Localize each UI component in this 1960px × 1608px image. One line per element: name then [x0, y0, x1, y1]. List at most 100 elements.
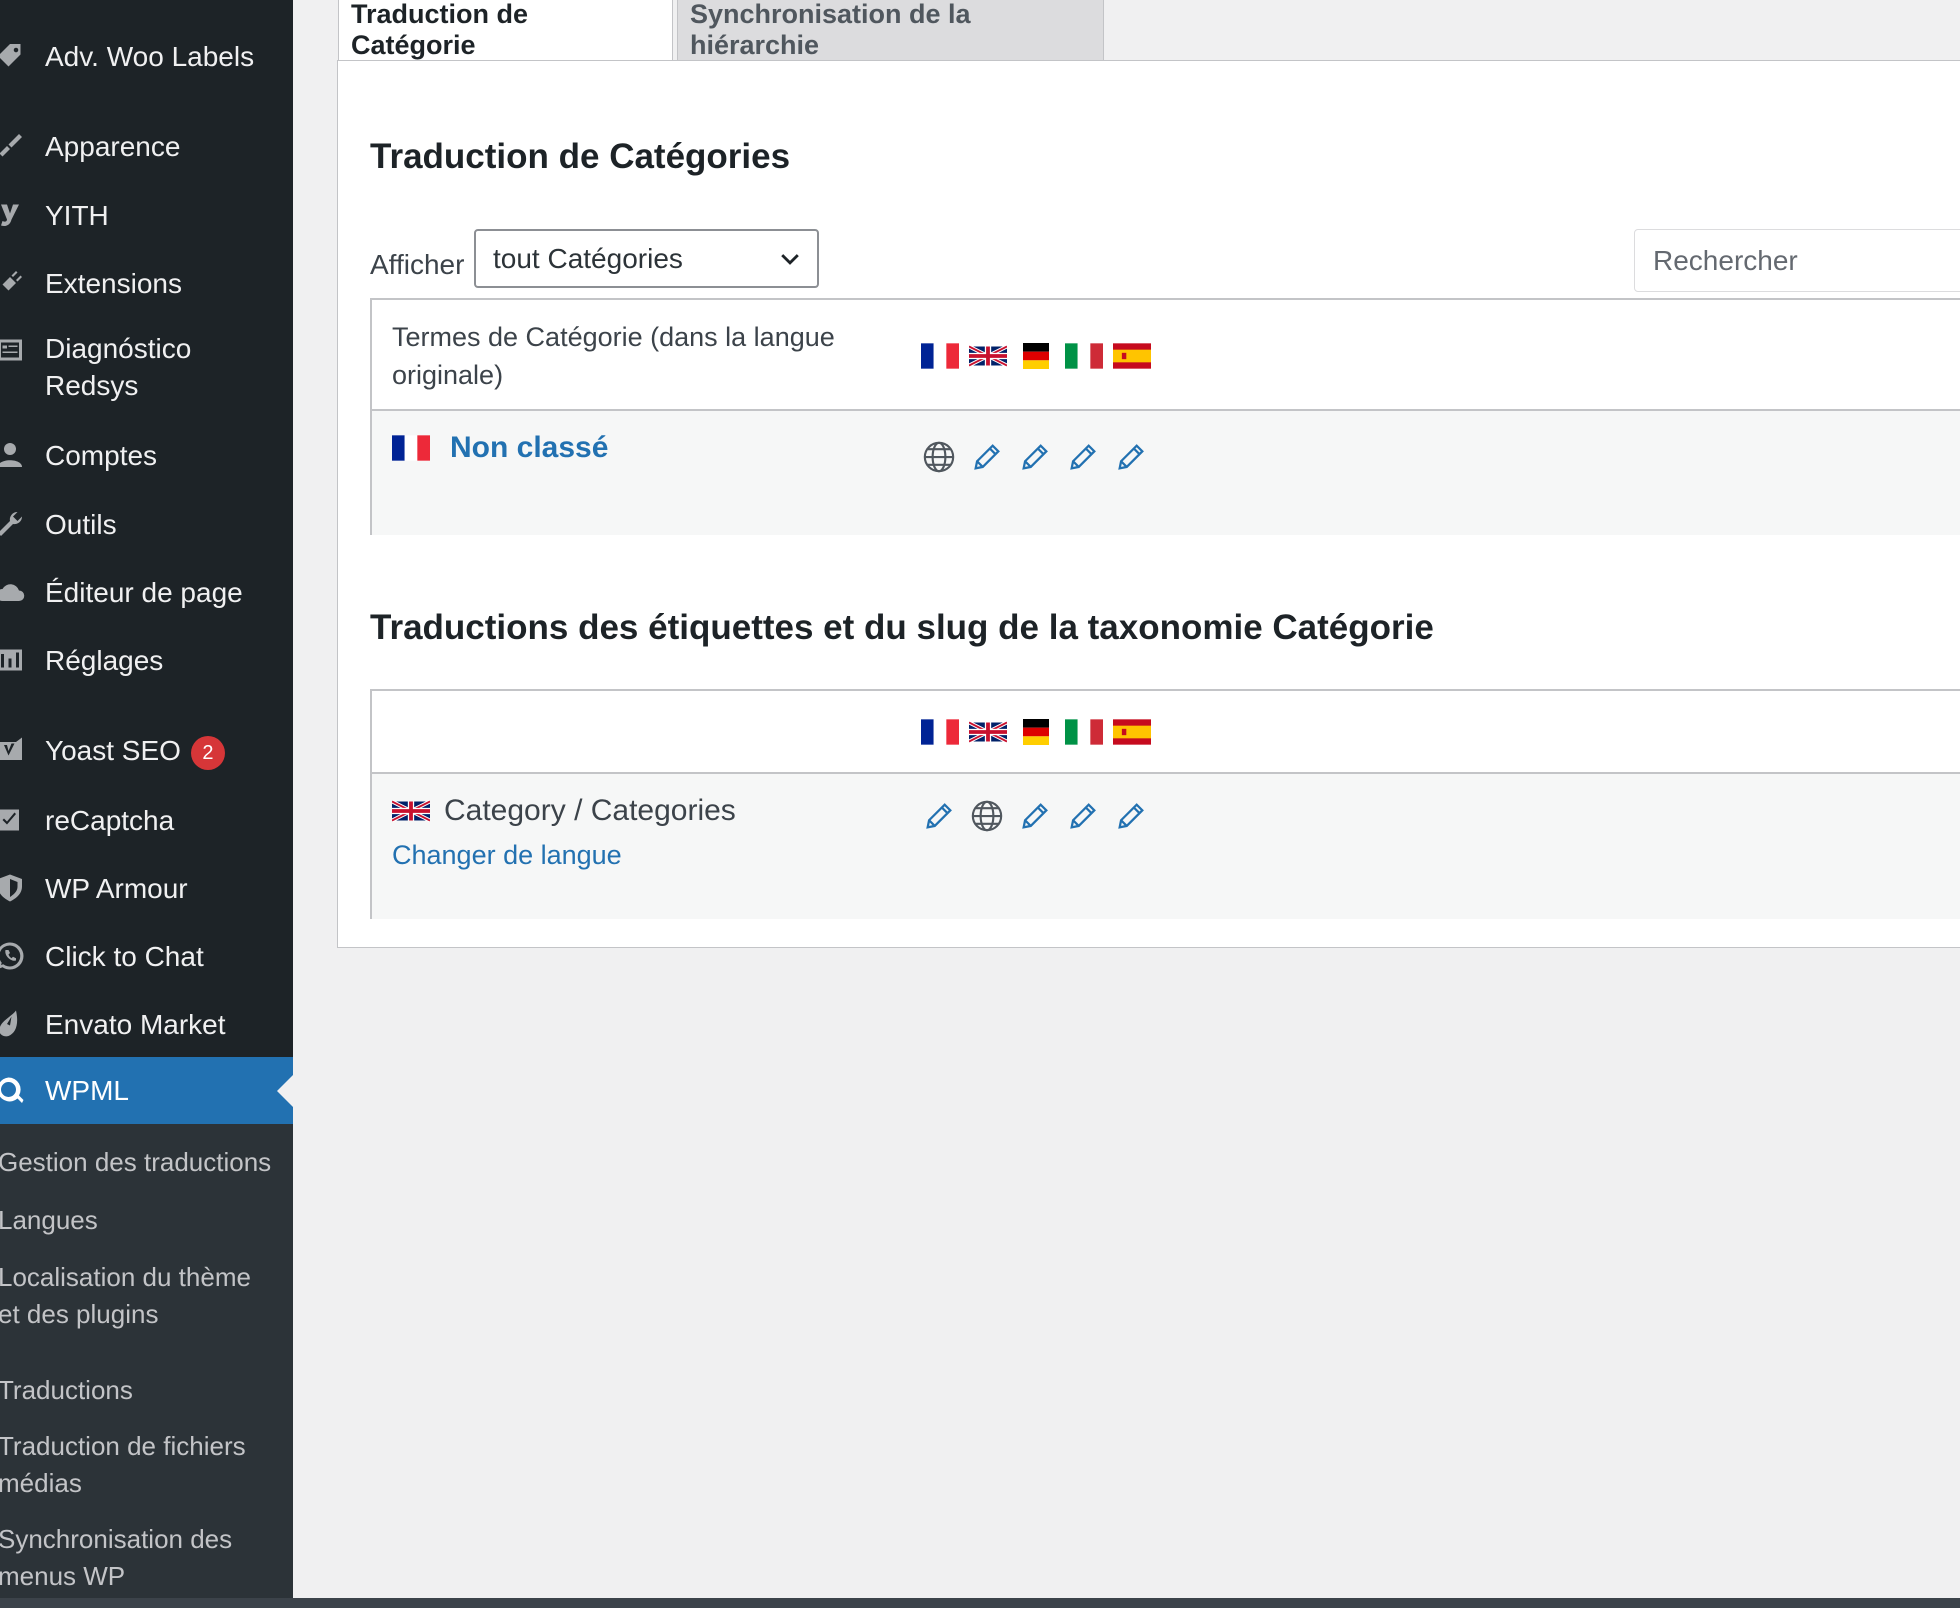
tab-bar: Traduction de Catégorie Synchronisation … — [338, 0, 1104, 61]
term-link[interactable]: Non classé — [450, 431, 608, 465]
menu-item-yoast-seo[interactable]: Yoast SEO 2 — [0, 731, 293, 771]
filter-label: Afficher — [370, 249, 465, 280]
pencil-icon[interactable] — [1015, 437, 1055, 477]
menu-label: Apparence — [45, 130, 181, 162]
menu-item-editeur-de-page[interactable]: Éditeur de page — [0, 572, 293, 612]
diagnostic-icon — [0, 334, 26, 366]
pencil-icon[interactable] — [1111, 796, 1151, 836]
yoast-icon — [0, 735, 26, 767]
menu-label: reCaptcha — [45, 804, 175, 836]
submenu-item-langues[interactable]: Langues — [0, 1202, 288, 1239]
term-cell: Category / Categories — [392, 794, 736, 828]
translation-actions — [919, 437, 1151, 477]
globe-icon[interactable] — [919, 437, 959, 477]
flag-it-icon — [1065, 343, 1103, 369]
tab-synchronisation-hierarchie[interactable]: Synchronisation de la hiérarchie — [677, 0, 1104, 61]
taxonomy-labels-table: Category / Categories Changer de langue — [370, 689, 1960, 919]
language-flags — [921, 343, 1151, 369]
submenu-label: Gestion des traductions — [0, 1147, 272, 1177]
notification-badge: 2 — [190, 735, 225, 770]
taxonomy-label: Category / Categories — [444, 794, 736, 827]
flag-fr-icon — [921, 719, 959, 745]
menu-item-envato-market[interactable]: Envato Market — [0, 1004, 293, 1044]
submenu-item-gestion-des-traductions[interactable]: Gestion des traductions — [0, 1144, 288, 1181]
menu-item-wpml[interactable]: WPML — [0, 1057, 293, 1125]
flag-en-icon — [392, 799, 430, 823]
active-indicator — [277, 1075, 293, 1107]
select-value: tout Catégories — [493, 243, 683, 274]
search-input[interactable]: Rechercher — [1634, 229, 1960, 292]
search-placeholder: Rechercher — [1653, 245, 1798, 276]
menu-label: WP Armour — [45, 872, 188, 904]
tab-traduction-categorie[interactable]: Traduction de Catégorie — [338, 0, 673, 61]
menu-item-apparence[interactable]: Apparence — [0, 126, 293, 166]
menu-item-yith[interactable]: YITH — [0, 195, 293, 235]
yoast-label: Yoast SEO — [45, 735, 181, 767]
flag-de-icon — [1023, 719, 1049, 745]
menu-item-wp-armour[interactable]: WP Armour — [0, 868, 293, 908]
submenu-item-traduction-fichiers-medias[interactable]: Traduction de fichiers médias — [0, 1428, 288, 1502]
menu-label-line2: Redsys — [45, 370, 139, 401]
menu-label: Comptes — [45, 439, 158, 471]
wrench-icon — [0, 508, 26, 540]
yith-icon — [0, 199, 26, 231]
pencil-icon[interactable] — [919, 796, 959, 836]
table-header-row — [372, 691, 1960, 774]
table-row: Category / Categories Changer de langue — [372, 774, 1960, 919]
terms-table: Termes de Catégorie (dans la langue orig… — [370, 298, 1960, 535]
menu-label: Éditeur de page — [45, 576, 243, 608]
menu-item-outils[interactable]: Outils — [0, 504, 293, 544]
submenu-label: Localisation du thème — [0, 1262, 251, 1292]
change-language-link[interactable]: Changer de langue — [392, 840, 622, 871]
flag-en-icon — [969, 720, 1007, 744]
flag-en-icon — [969, 344, 1007, 368]
menu-label: WPML — [45, 1075, 129, 1106]
section-title: Traductions des étiquettes et du slug de… — [370, 608, 1434, 647]
envato-icon — [0, 1008, 26, 1040]
menu-label: Extensions — [45, 267, 182, 299]
pencil-icon[interactable] — [1111, 437, 1151, 477]
submenu-item-traductions[interactable]: Traductions — [0, 1372, 288, 1409]
menu-item-adv-woo-labels[interactable]: Adv. Woo Labels — [0, 36, 293, 76]
submenu-label-line2: et des plugins — [0, 1299, 159, 1329]
menu-item-recaptcha[interactable]: reCaptcha — [0, 800, 293, 840]
submenu-item-localisation[interactable]: Localisation du thème et des plugins — [0, 1259, 288, 1333]
menu-item-diagnostico-redsys[interactable]: Diagnóstico Redsys — [0, 330, 293, 404]
column-header: Termes de Catégorie (dans la langue orig… — [392, 318, 835, 394]
pencil-icon[interactable] — [1063, 437, 1103, 477]
globe-icon[interactable] — [967, 796, 1007, 836]
pencil-icon[interactable] — [1063, 796, 1103, 836]
wpml-icon — [0, 1075, 26, 1107]
language-flags — [921, 719, 1151, 745]
column-header-line2: originale) — [392, 360, 504, 390]
cloud-icon — [0, 576, 26, 608]
flag-es-icon — [1113, 719, 1151, 745]
pencil-icon[interactable] — [1015, 796, 1055, 836]
submenu-label: Langues — [0, 1205, 98, 1235]
menu-item-reglages[interactable]: Réglages — [0, 640, 293, 680]
column-header-line1: Termes de Catégorie (dans la langue — [392, 322, 835, 352]
wpml-submenu: Gestion des traductions Langues Localisa… — [0, 1124, 293, 1598]
menu-item-click-to-chat[interactable]: Click to Chat — [0, 936, 293, 976]
plugin-icon — [0, 267, 26, 299]
table-header-row: Termes de Catégorie (dans la langue orig… — [372, 300, 1960, 411]
admin-sidebar: Adv. Woo Labels Apparence YITH Extension… — [0, 0, 293, 1598]
whatsapp-icon — [0, 940, 26, 972]
main-panel: Traduction de Catégories Afficher tout C… — [337, 60, 1960, 948]
pencil-icon[interactable] — [967, 437, 1007, 477]
table-row: Non classé — [372, 411, 1960, 535]
menu-label: Click to Chat — [45, 940, 204, 972]
section-title: Traduction de Catégories — [370, 137, 791, 176]
menu-label: Envato Market — [45, 1008, 226, 1040]
translation-actions — [919, 796, 1151, 836]
chevron-down-icon — [781, 254, 799, 265]
submenu-label-line2: menus WP — [0, 1561, 126, 1591]
menu-label: Yoast SEO 2 — [45, 732, 225, 770]
checkbox-icon — [0, 804, 26, 836]
menu-label: Diagnóstico — [45, 333, 192, 364]
submenu-item-synchronisation-menus[interactable]: Synchronisation des menus WP — [0, 1521, 288, 1595]
menu-item-comptes[interactable]: Comptes — [0, 435, 293, 475]
flag-fr-icon — [921, 343, 959, 369]
category-filter-select[interactable]: tout Catégories — [474, 229, 819, 288]
menu-item-extensions[interactable]: Extensions — [0, 263, 293, 303]
